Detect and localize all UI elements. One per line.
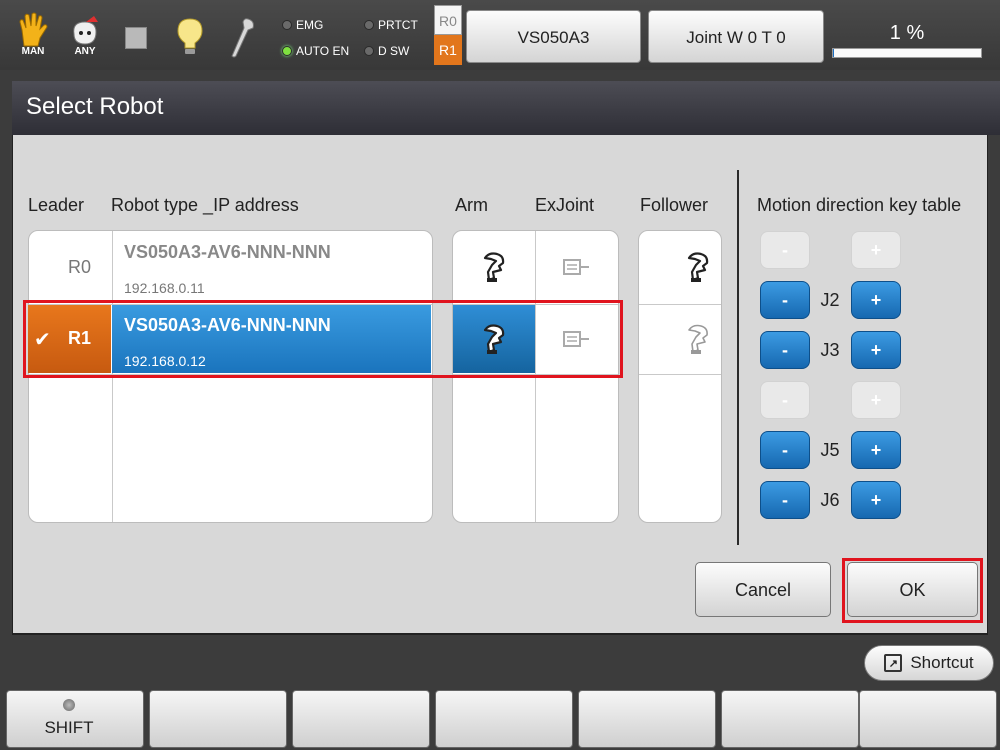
j2-minus-button[interactable]: - — [760, 281, 810, 319]
status-bar: MAN ANY EMG PRTCT AUTO EN D SW R0 R1 VS0… — [0, 0, 1000, 70]
speed-bar-fill — [833, 49, 835, 57]
follower-cell-r0[interactable] — [639, 231, 721, 303]
robot-arm-icon — [687, 252, 709, 282]
motion-key-row1-minus: - — [760, 231, 810, 269]
dialog-title: Select Robot — [26, 93, 164, 120]
mode-man-button[interactable]: MAN — [16, 12, 50, 57]
j3-plus-button[interactable]: + — [851, 331, 901, 369]
auto-en-led — [282, 46, 292, 56]
robot-row-r0[interactable]: R0 VS050A3-AV6-NNN-NNN 192.168.0.11 — [28, 230, 433, 303]
j6-label: J6 — [820, 490, 840, 510]
robot-type-r0: VS050A3-AV6-NNN-NNN — [124, 242, 331, 262]
motion-table-header: Motion direction key table — [757, 195, 962, 215]
wrench-icon[interactable] — [228, 16, 258, 60]
function-key-7[interactable] — [859, 690, 997, 748]
emg-led — [282, 20, 292, 30]
prtct-led — [364, 20, 374, 30]
prtct-label: PRTCT — [378, 18, 418, 32]
ok-button-highlight — [842, 558, 983, 623]
shift-label: SHIFT — [44, 718, 94, 737]
motion-key-row4-minus: - — [760, 381, 810, 419]
robot-model-button[interactable]: VS050A3 — [466, 10, 641, 63]
shift-led-icon — [63, 699, 75, 711]
follower-cell-r1[interactable] — [639, 305, 721, 373]
leader-header: Leader — [28, 195, 85, 215]
stop-icon[interactable] — [125, 27, 147, 49]
function-key-2[interactable] — [149, 690, 287, 748]
cancel-button[interactable]: Cancel — [695, 562, 831, 617]
j3-minus-button[interactable]: - — [760, 331, 810, 369]
j5-label: J5 — [820, 440, 840, 460]
dialog-header: Select Robot — [12, 81, 1000, 135]
robot-arm-icon — [688, 324, 708, 354]
dsw-label: D SW — [378, 44, 410, 58]
auto-en-label: AUTO EN — [296, 44, 350, 58]
motion-key-row4-plus: + — [851, 381, 901, 419]
dsw-led — [364, 46, 374, 56]
j2-plus-button[interactable]: + — [851, 281, 901, 319]
robot-r1-toggle[interactable]: R1 — [434, 35, 462, 65]
robot-r0-toggle[interactable]: R0 — [434, 5, 462, 35]
arm-cell-r0[interactable] — [453, 231, 534, 303]
arm-header: Arm — [455, 195, 488, 215]
joint-mode-button[interactable]: Joint W 0 T 0 — [648, 10, 824, 63]
column-divider — [737, 170, 739, 545]
robot-ip-r0: 192.168.0.11 — [124, 280, 205, 296]
function-key-4[interactable] — [435, 690, 573, 748]
j6-minus-button[interactable]: - — [760, 481, 810, 519]
function-key-5[interactable] — [578, 690, 716, 748]
mascot-icon — [73, 16, 98, 45]
exjoint-icon — [562, 259, 589, 275]
j5-plus-button[interactable]: + — [851, 431, 901, 469]
emg-indicator: EMG — [282, 18, 323, 32]
mode-any-label: ANY — [74, 46, 96, 57]
shortcut-icon: ↗ — [884, 654, 903, 672]
speed-text: 1 % — [889, 22, 925, 44]
function-key-6[interactable] — [721, 690, 859, 748]
exjoint-header: ExJoint — [535, 195, 595, 215]
robot-type-header: Robot type _IP address — [111, 195, 299, 215]
hand-icon — [19, 12, 48, 47]
auto-en-indicator: AUTO EN — [282, 44, 349, 58]
j3-label: J3 — [820, 340, 840, 360]
dsw-indicator: D SW — [364, 44, 409, 58]
mode-any-button[interactable]: ANY — [68, 14, 102, 57]
j5-minus-button[interactable]: - — [760, 431, 810, 469]
mode-man-label: MAN — [21, 46, 45, 57]
robot-arm-icon — [483, 252, 504, 282]
selected-row-highlight — [23, 300, 623, 378]
shortcut-label: Shortcut — [910, 653, 974, 672]
speed-bar — [832, 48, 982, 58]
lightbulb-icon[interactable] — [175, 17, 205, 57]
j6-plus-button[interactable]: + — [851, 481, 901, 519]
emg-label: EMG — [296, 18, 324, 32]
shortcut-button[interactable]: ↗ Shortcut — [864, 645, 994, 681]
prtct-indicator: PRTCT — [364, 18, 418, 32]
function-key-3[interactable] — [292, 690, 430, 748]
follower-header: Follower — [640, 195, 709, 215]
exjoint-cell-r0[interactable] — [535, 231, 618, 303]
robot-id-r0: R0 — [68, 257, 92, 277]
j2-label: J2 — [820, 290, 840, 310]
motion-key-row1-plus: + — [851, 231, 901, 269]
